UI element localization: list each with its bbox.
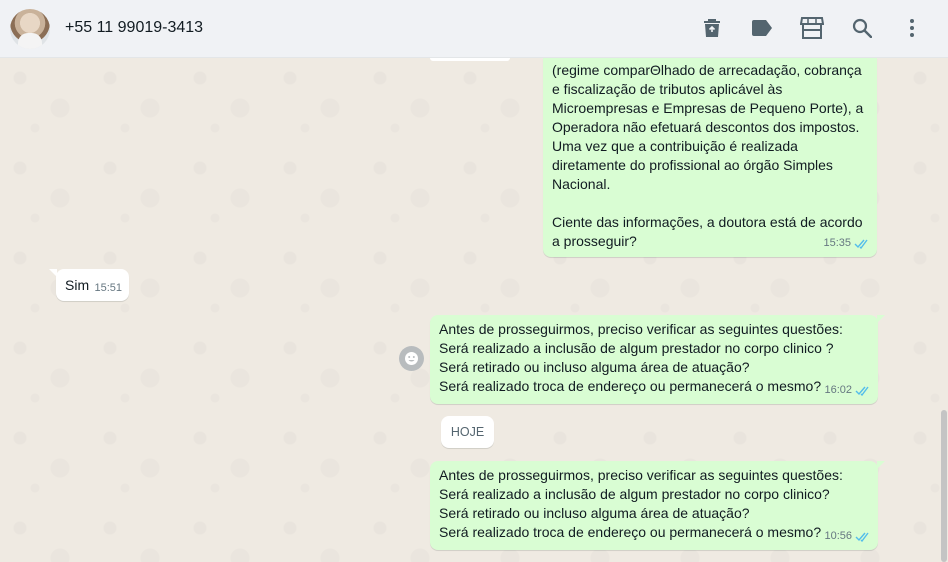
message-meta: 16:02: [824, 381, 871, 400]
message-text: Antes de prosseguirmos, preciso verifica…: [439, 467, 843, 540]
message-text: Sim: [65, 277, 90, 293]
date-divider: HOJE: [441, 416, 494, 448]
menu-icon[interactable]: [900, 16, 924, 40]
search-icon[interactable]: [850, 16, 874, 40]
double-check-icon: [855, 386, 869, 396]
chat-scrollbar[interactable]: [941, 410, 947, 562]
message-meta: 10:56: [824, 527, 871, 546]
outgoing-message[interactable]: Antes de prosseguirmos, preciso verifica…: [430, 461, 885, 550]
contact-name[interactable]: +55 11 99019-3413: [65, 19, 203, 37]
previous-message-edge: [430, 58, 510, 61]
message-meta: 15:51: [94, 279, 122, 298]
message-meta: 15:35: [823, 234, 870, 253]
incoming-message[interactable]: Sim 15:51: [49, 269, 129, 301]
message-time: 15:51: [94, 282, 122, 294]
double-check-icon: [854, 239, 868, 249]
message-time: 15:35: [823, 237, 851, 249]
outgoing-message[interactable]: (regime comparΘlhado de arrecadação, cob…: [543, 58, 877, 257]
store-icon[interactable]: [800, 16, 824, 40]
contact-avatar[interactable]: [10, 9, 50, 49]
double-check-icon: [855, 532, 869, 542]
trash-icon[interactable]: [700, 16, 724, 40]
message-time: 10:56: [824, 530, 852, 542]
label-icon[interactable]: [750, 16, 774, 40]
message-time: 16:02: [824, 384, 852, 396]
react-emoji-icon[interactable]: [399, 346, 424, 371]
chat-header: +55 11 99019-3413: [0, 0, 948, 58]
message-text: Antes de prosseguirmos, preciso verifica…: [439, 321, 843, 394]
message-text: (regime comparΘlhado de arrecadação, cob…: [552, 62, 864, 249]
chat-panel: (regime comparΘlhado de arrecadação, cob…: [0, 58, 948, 562]
outgoing-message[interactable]: Antes de prosseguirmos, preciso verifica…: [430, 315, 885, 404]
